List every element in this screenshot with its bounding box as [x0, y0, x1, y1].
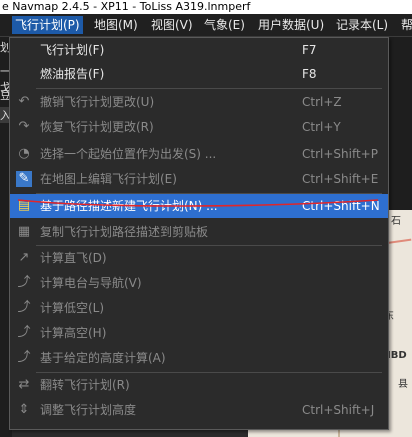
high-airway-icon: ⤴ [17, 325, 31, 340]
menu-help[interactable]: 帮 [398, 16, 412, 34]
menu-item-shortcut: Ctrl+Shift+P [302, 147, 378, 161]
menu-item-calc-direct[interactable]: ↗ 计算直飞(D) [10, 246, 388, 270]
menu-separator [36, 88, 382, 89]
menu-item-fuel-report[interactable]: 燃油报告(F) F8 [10, 62, 388, 86]
menu-item-label: 基于给定的高度计算(A) [40, 351, 166, 365]
menu-item-label: 在地图上编辑飞行计划(E) [40, 172, 177, 186]
menu-user-data[interactable]: 用户数据(U) [255, 16, 327, 34]
menu-item-shortcut: Ctrl+Z [302, 95, 342, 109]
departure-icon: ◔ [18, 146, 30, 161]
menu-item-label: 计算电台与导航(V) [40, 276, 142, 290]
menu-item-label: 调整飞行计划高度 [40, 403, 137, 417]
menu-item-edit-on-map[interactable]: ✎ 在地图上编辑飞行计划(E) Ctrl+Shift+E [10, 167, 388, 191]
flight-plan-dropdown-menu: 飞行计划(F) F7 燃油报告(F) F8 ↶ 撤销飞行计划更改(U) Ctrl… [9, 37, 389, 430]
direct-icon: ↗ [18, 250, 30, 265]
map-label: 石 [391, 216, 401, 227]
menu-weather[interactable]: 气象(E) [201, 16, 248, 34]
menu-item-reverse-plan[interactable]: ⇄ 翻转飞行计划(R) [10, 373, 388, 397]
menu-item-shortcut: Ctrl+Shift+E [302, 172, 379, 186]
menu-item-select-departure[interactable]: ◔ 选择一个起始位置作为出发(S) ... Ctrl+Shift+P [10, 142, 388, 166]
menu-item-label: 恢复飞行计划更改(R) [40, 120, 154, 134]
menu-item-calc-by-altitude[interactable]: ⤴ 基于给定的高度计算(A) [10, 346, 388, 370]
redo-icon: ↷ [18, 119, 30, 134]
menu-item-label: 复制飞行计划路径描述到剪贴板 [40, 225, 209, 239]
edit-plan-icon: ✎ [16, 171, 32, 187]
menu-item-label: 撤销飞行计划更改(U) [40, 95, 155, 109]
window-title: e Navmap 2.4.5 - XP11 - ToLiss A319.lnmp… [2, 0, 251, 13]
menu-item-shortcut: Ctrl+Y [302, 120, 341, 134]
reverse-icon: ⇄ [18, 377, 30, 392]
menu-logbook[interactable]: 记录本(L) [333, 16, 391, 34]
window-title-bar: e Navmap 2.4.5 - XP11 - ToLiss A319.lnmp… [0, 0, 412, 14]
menu-item-shortcut: F7 [302, 43, 317, 57]
menu-item-adjust-altitude[interactable]: ⇕ 调整飞行计划高度 Ctrl+Shift+J [10, 398, 388, 422]
menu-item-flight-plan[interactable]: 飞行计划(F) F7 [10, 38, 388, 62]
menu-item-undo[interactable]: ↶ 撤销飞行计划更改(U) Ctrl+Z [10, 90, 388, 114]
low-airway-icon: ⤴ [17, 300, 31, 315]
map-label: IBD [387, 350, 407, 361]
menu-view[interactable]: 视图(V) [148, 16, 196, 34]
menu-item-redo[interactable]: ↷ 恢复飞行计划更改(R) Ctrl+Y [10, 115, 388, 139]
menu-bar: 飞行计划(P) 地图(M) 视图(V) 气象(E) 用户数据(U) 记录本(L)… [0, 14, 412, 37]
menu-item-label: 翻转飞行计划(R) [40, 378, 130, 392]
menu-item-label: 选择一个起始位置作为出发(S) ... [40, 147, 217, 161]
copy-route-icon: ▦ [17, 224, 31, 239]
menu-item-shortcut: F8 [302, 67, 317, 81]
undo-icon: ↶ [18, 94, 30, 109]
menu-item-copy-route[interactable]: ▦ 复制飞行计划路径描述到剪贴板 [10, 220, 388, 244]
altitude-calc-icon: ⤴ [17, 350, 31, 365]
red-annotation-underline [17, 199, 379, 207]
radio-nav-icon: ⤴ [17, 275, 31, 290]
map-label: 县 [398, 379, 408, 390]
menu-item-calc-radio-nav[interactable]: ⤴ 计算电台与导航(V) [10, 271, 388, 295]
menu-item-label: 计算低空(L) [40, 301, 105, 315]
menu-map[interactable]: 地图(M) [91, 16, 141, 34]
adjust-altitude-icon: ⇕ [18, 402, 30, 417]
menu-item-label: 燃油报告(F) [40, 67, 105, 81]
menu-item-shortcut: Ctrl+Shift+J [302, 403, 375, 417]
menu-item-calc-high[interactable]: ⤴ 计算高空(H) [10, 321, 388, 345]
menu-item-label: 计算直飞(D) [40, 251, 107, 265]
menu-flight-plan[interactable]: 飞行计划(P) [12, 16, 83, 34]
menu-item-label: 飞行计划(F) [40, 43, 105, 57]
menu-item-calc-low[interactable]: ⤴ 计算低空(L) [10, 296, 388, 320]
menu-item-label: 计算高空(H) [40, 326, 107, 340]
